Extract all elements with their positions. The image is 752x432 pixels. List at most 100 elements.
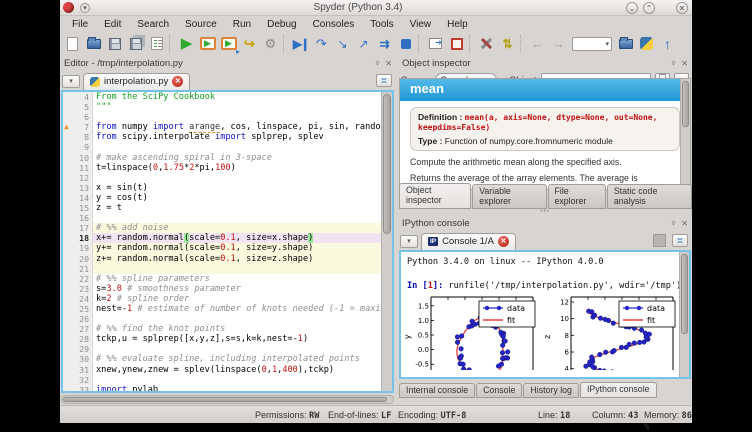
line-number[interactable]: 24 [63, 294, 93, 304]
parent-directory-button[interactable]: ↑ [657, 33, 678, 54]
line-number[interactable]: 27 [63, 324, 93, 334]
code-editor[interactable]: 4From the SciPy Cookbook5"""6▲7from nump… [61, 90, 394, 393]
tab-history-log[interactable]: History log [523, 383, 579, 398]
editor-line-13[interactable]: 13x = sin(t) [63, 183, 381, 193]
pane-options-icon[interactable]: ⬨ [672, 58, 676, 68]
line-number[interactable]: 22 [63, 274, 93, 284]
working-directory-combo[interactable]: ▾ [572, 37, 612, 51]
step-over-button[interactable]: ↷ [311, 33, 332, 54]
line-number[interactable]: 26 [63, 314, 93, 324]
pane-close-icon[interactable]: ✕ [681, 59, 688, 68]
open-file-button[interactable] [83, 33, 104, 54]
console-scroll-thumb[interactable] [681, 254, 688, 334]
editor-line-29[interactable]: 29 [63, 344, 381, 354]
browse-tabs-button[interactable]: ▾ [62, 75, 80, 88]
editor-line-18[interactable]: 18x+= random.normal(scale=0.1, size=x.sh… [63, 233, 381, 243]
editor-line-33[interactable]: 33import pylab [63, 385, 381, 391]
new-window-button[interactable] [425, 33, 446, 54]
line-number[interactable]: 29 [63, 344, 93, 354]
editor-line-16[interactable]: 16 [63, 213, 381, 223]
editor-line-28[interactable]: 28tckp,u = splprep([x,y,z],s=s,k=k,nest=… [63, 334, 381, 344]
editor-line-27[interactable]: 27# %% find the knot points [63, 324, 381, 334]
save-button[interactable] [104, 33, 125, 54]
tab-internal-console[interactable]: Internal console [399, 383, 475, 398]
editor-line-6[interactable]: 6 [63, 112, 381, 122]
tab-console[interactable]: Console [476, 383, 522, 398]
editor-vertical-scrollbar[interactable] [381, 92, 392, 391]
line-number[interactable]: 13 [63, 183, 93, 193]
pane-close-icon[interactable]: ✕ [681, 219, 688, 228]
editor-line-19[interactable]: 19y+= random.normal(scale=0.1, size=y.sh… [63, 243, 381, 253]
debug-button[interactable]: ▶❙ [290, 33, 311, 54]
inspector-scrollbar[interactable] [680, 79, 690, 190]
line-number[interactable]: 21 [63, 264, 93, 274]
editor-line-17[interactable]: 17# %% add noise [63, 223, 381, 233]
line-number[interactable]: 33 [63, 385, 93, 391]
maximize-pane-button[interactable] [446, 33, 467, 54]
console-pane-titlebar[interactable]: IPython console ⬨ ✕ [398, 216, 692, 230]
editor-horizontal-scrollbar[interactable] [61, 395, 394, 404]
menu-item-run[interactable]: Run [225, 19, 259, 30]
editor-line-10[interactable]: 10# make ascending spiral in 3-space [63, 153, 381, 163]
editor-line-11[interactable]: 11t=linspace(0,1.75*2*pi,100) [63, 163, 381, 173]
editor-line-8[interactable]: 8from scipy.interpolate import splprep, … [63, 132, 381, 142]
inspector-content[interactable]: mean Definition : mean(a, axis=None, dty… [399, 78, 691, 190]
run-cell-button[interactable]: ▶ [197, 33, 218, 54]
back-button[interactable]: ← [527, 33, 548, 54]
menu-item-view[interactable]: View [402, 19, 440, 30]
line-number[interactable]: 16 [63, 213, 93, 223]
continue-button[interactable]: ⇉ [374, 33, 395, 54]
line-number[interactable]: 25 [63, 304, 93, 314]
tab-static-code-analysis[interactable]: Static code analysis [607, 184, 692, 209]
maximize-button[interactable]: ⌃ [643, 2, 655, 14]
editor-line-15[interactable]: 15z = t [63, 203, 381, 213]
tab-close-icon[interactable]: ✕ [498, 236, 509, 247]
editor-line-20[interactable]: 20z+= random.normal(scale=0.1, size=z.sh… [63, 254, 381, 264]
save-all-button[interactable] [125, 33, 146, 54]
menu-item-consoles[interactable]: Consoles [305, 19, 363, 30]
console-tab[interactable]: IP Console 1/A ✕ [421, 233, 516, 250]
line-number[interactable]: 30 [63, 354, 93, 364]
run-button[interactable]: ▶ [176, 33, 197, 54]
line-number[interactable]: 31 [63, 365, 93, 375]
editor-scroll-thumb[interactable] [383, 94, 391, 234]
editor-line-30[interactable]: 30# %% evaluate spline, including interp… [63, 354, 381, 364]
run-selection-button[interactable]: ↪ [239, 33, 260, 54]
editor-tab[interactable]: interpolation.py ✕ [83, 73, 190, 90]
pythonpath-button[interactable]: ⇅ [497, 33, 518, 54]
editor-line-4[interactable]: 4From the SciPy Cookbook [63, 92, 381, 102]
close-button[interactable]: ✕ [676, 2, 688, 14]
editor-line-23[interactable]: 23s=3.0 # smoothness parameter [63, 284, 381, 294]
set-console-directory-button[interactable] [636, 33, 657, 54]
editor-options-button[interactable]: ≣ [376, 74, 392, 87]
tab-variable-explorer[interactable]: Variable explorer [472, 184, 546, 209]
step-out-button[interactable]: ↗ [353, 33, 374, 54]
stop-debug-button[interactable] [395, 33, 416, 54]
menu-item-search[interactable]: Search [129, 19, 177, 30]
line-number[interactable]: 18 [63, 233, 93, 243]
editor-line-5[interactable]: 5""" [63, 102, 381, 112]
new-file-button[interactable] [62, 33, 83, 54]
titlebar[interactable]: ▾ Spyder (Python 3.4) ⌄ ⌃ ✕ [60, 0, 692, 16]
line-number[interactable]: 17 [63, 223, 93, 233]
editor-line-22[interactable]: 22# %% spline parameters [63, 274, 381, 284]
console-options-button[interactable]: ≣ [672, 234, 688, 247]
line-number[interactable]: 4 [63, 92, 93, 102]
console-output[interactable]: Python 3.4.0 on linux -- IPython 4.0.0 I… [399, 250, 691, 379]
inspector-scroll-thumb[interactable] [682, 81, 689, 127]
minimize-button[interactable]: ⌄ [626, 2, 638, 14]
line-number[interactable]: 20 [63, 254, 93, 264]
tab-close-icon[interactable]: ✕ [172, 76, 183, 87]
run-cell-advance-button[interactable]: ▶ [218, 33, 239, 54]
inspector-pane-titlebar[interactable]: Object inspector ⬨ ✕ [398, 56, 692, 70]
menu-item-help[interactable]: Help [439, 19, 476, 30]
line-number[interactable]: 9 [63, 142, 93, 152]
line-number[interactable]: 11 [63, 163, 93, 173]
forward-button[interactable]: → [548, 33, 569, 54]
editor-line-24[interactable]: 24k=2 # spline order [63, 294, 381, 304]
tab-file-explorer[interactable]: File explorer [548, 184, 606, 209]
line-number[interactable]: 6 [63, 112, 93, 122]
titlebar-menu-button[interactable]: ▾ [80, 3, 90, 13]
editor-pane-titlebar[interactable]: Editor - /tmp/interpolation.py ⬨ ✕ [60, 56, 396, 70]
line-number[interactable]: 28 [63, 334, 93, 344]
